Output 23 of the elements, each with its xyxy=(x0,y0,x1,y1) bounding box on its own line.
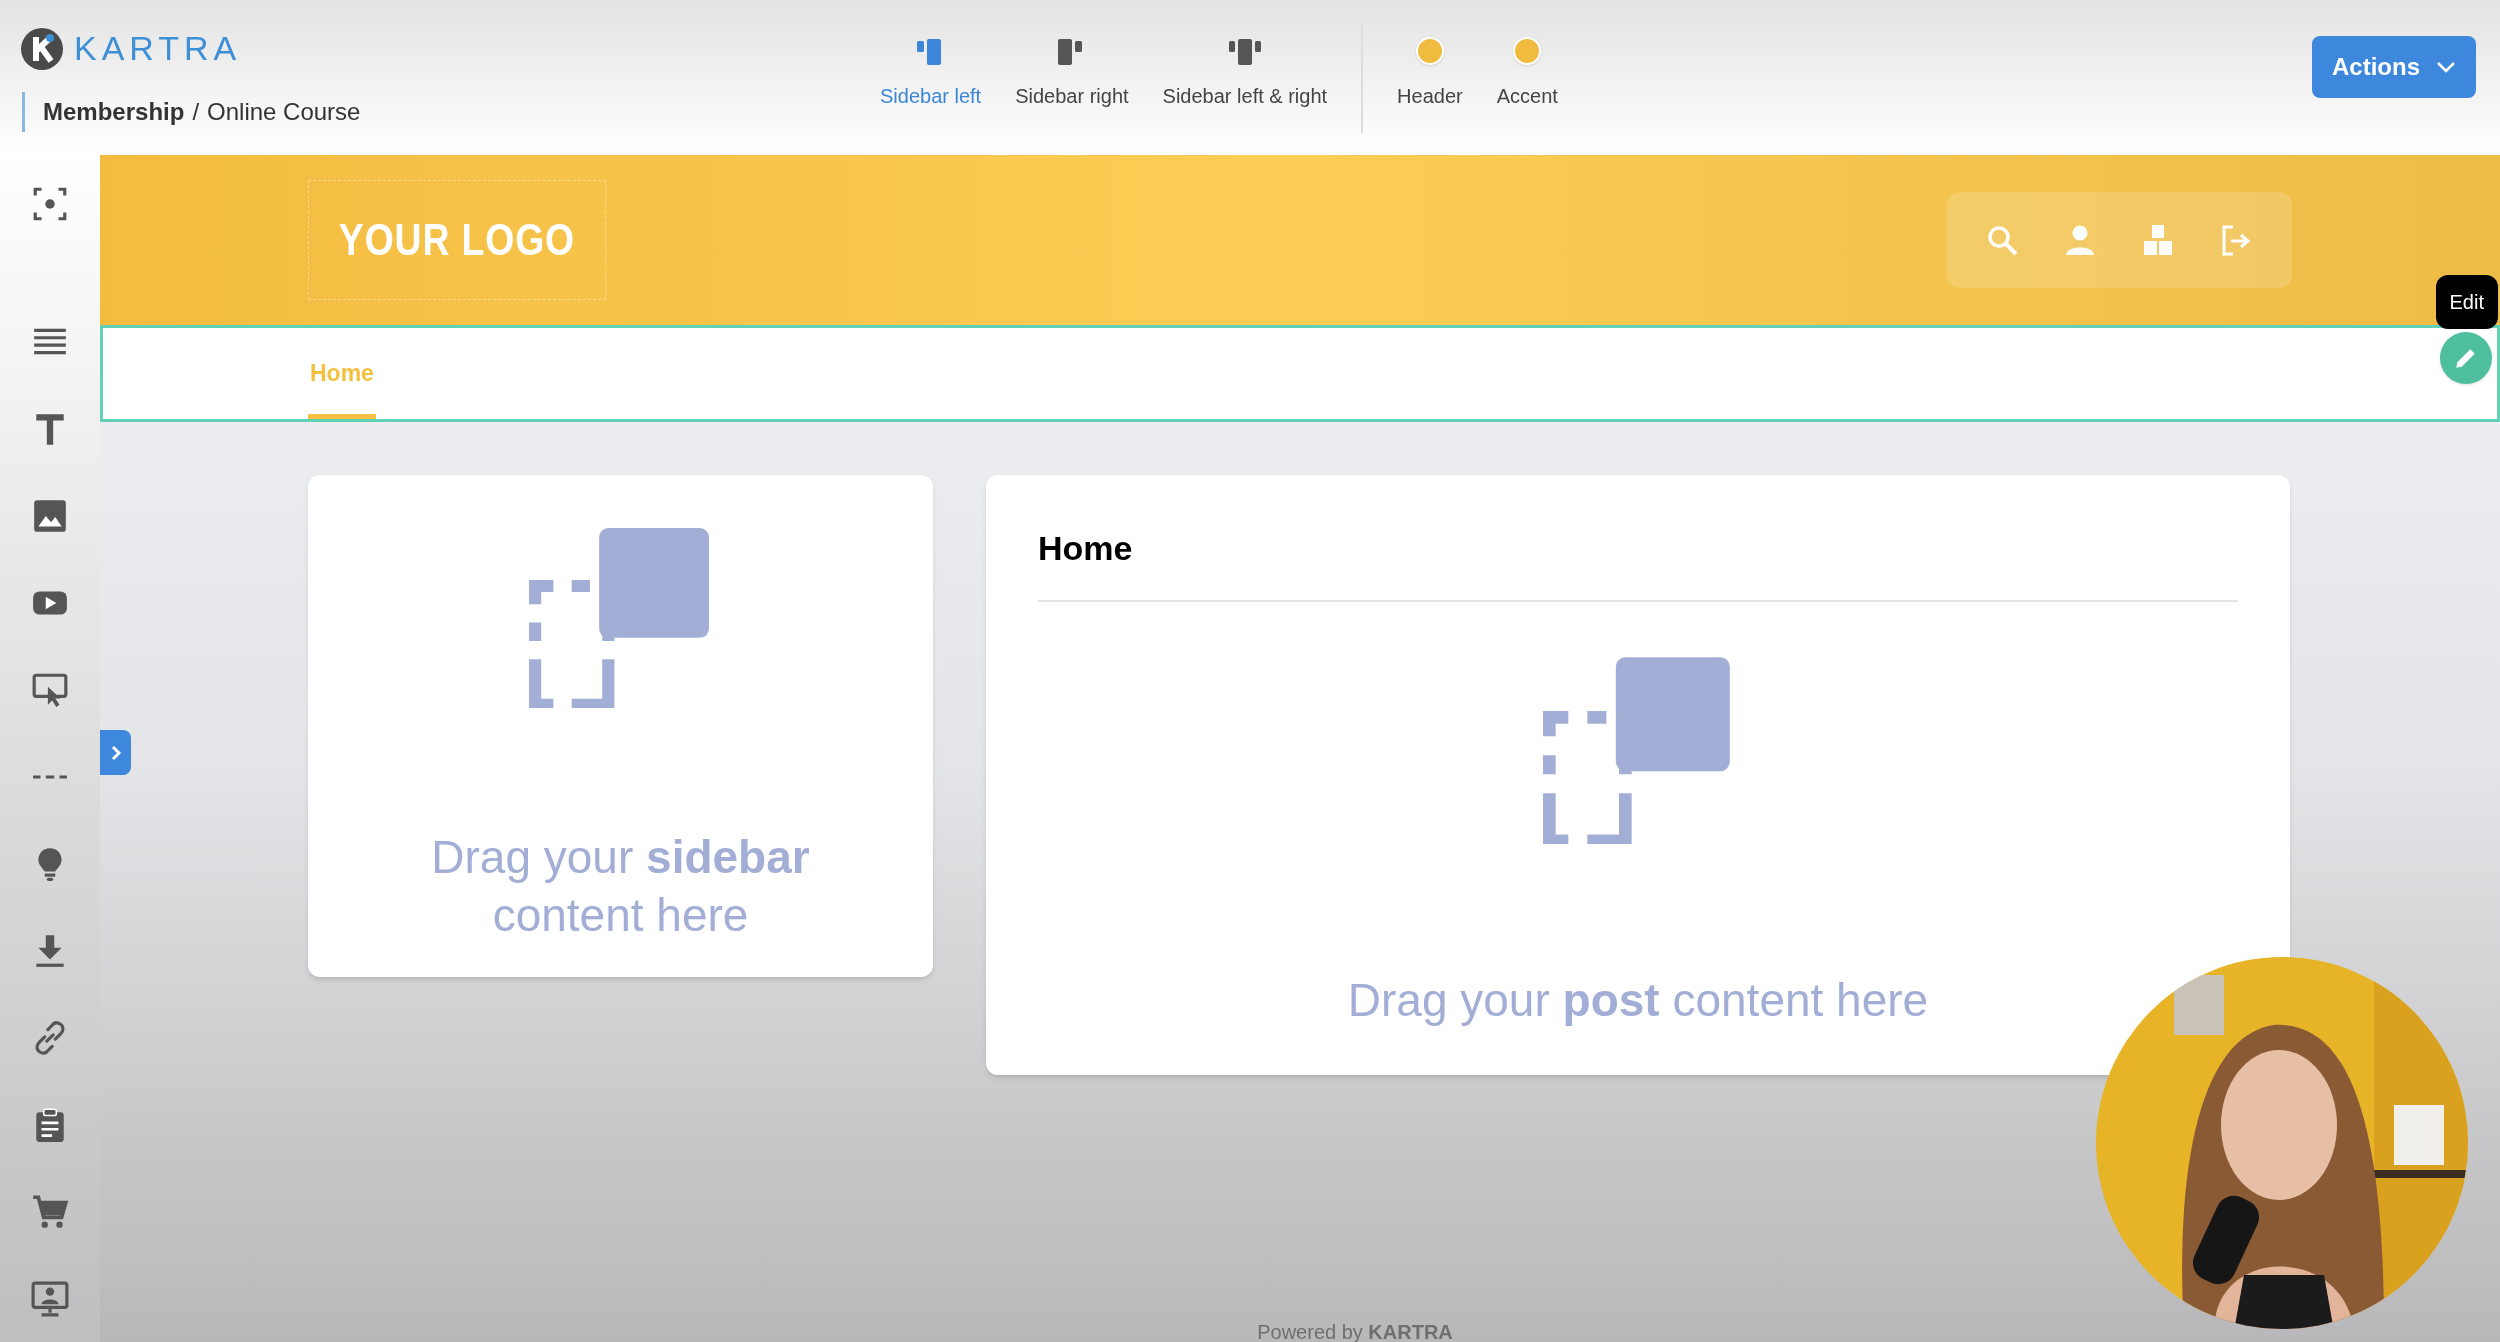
layout-icon xyxy=(1228,36,1261,67)
logo-icon xyxy=(20,26,64,71)
layout-option[interactable]: Sidebar left & right xyxy=(1162,36,1328,111)
breadcrumb-link[interactable]: Membership xyxy=(43,94,185,130)
logo-text: YOUR LOGO xyxy=(338,214,576,266)
actions-button[interactable]: Actions xyxy=(2312,35,2476,98)
chevron-down-icon xyxy=(2436,60,2456,73)
image-icon[interactable] xyxy=(31,497,69,535)
breadcrumb-separator: / xyxy=(192,97,200,127)
presenter-icon[interactable] xyxy=(31,1280,69,1318)
sidebar-placeholder-text: Drag your sidebar content here xyxy=(430,830,811,943)
color-option[interactable]: Accent xyxy=(1496,36,1558,111)
layout-option[interactable]: Sidebar right xyxy=(1015,36,1129,111)
edit-tooltip: Edit xyxy=(2435,275,2498,329)
screen-click-icon[interactable] xyxy=(31,671,69,709)
post-placeholder-text: Drag your post content here xyxy=(1346,973,1930,1028)
color-option[interactable]: Header xyxy=(1397,36,1463,111)
focus-icon[interactable] xyxy=(31,185,69,223)
cart-icon[interactable] xyxy=(31,1193,69,1231)
post-title: Home xyxy=(1038,523,2238,602)
brand-name: KARTRA xyxy=(74,28,242,69)
breadcrumb-current: Online Course xyxy=(207,97,361,127)
expand-button[interactable] xyxy=(100,730,131,775)
